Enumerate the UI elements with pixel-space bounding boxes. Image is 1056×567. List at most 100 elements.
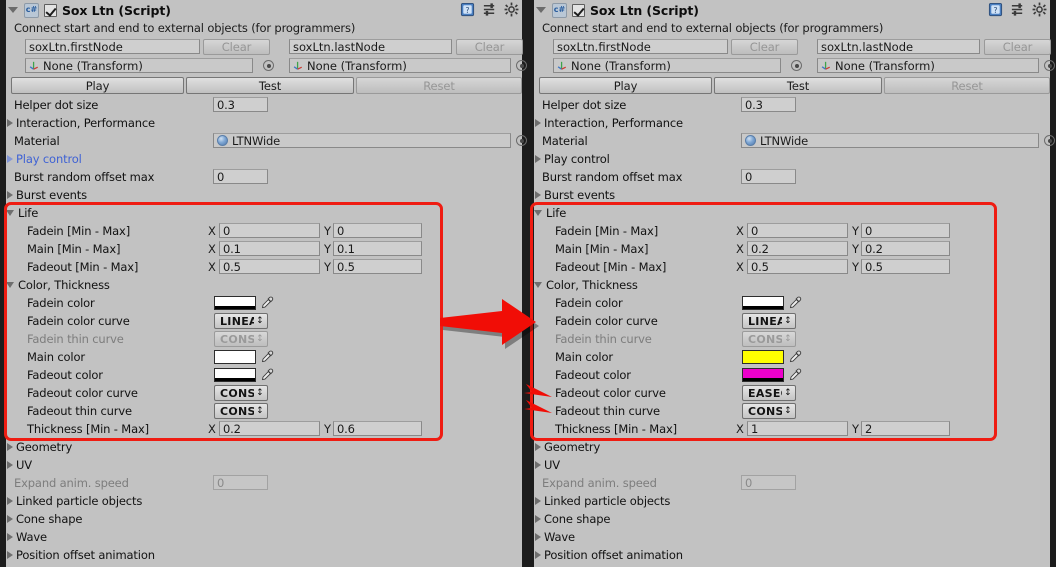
burst-events-foldout[interactable]: Burst events	[528, 186, 1056, 204]
gear-icon[interactable]	[1032, 2, 1047, 17]
chevron-right-icon	[7, 461, 13, 469]
life-fadeout-y-field[interactable]: 0.5	[861, 259, 950, 274]
test-button[interactable]: Test	[714, 77, 882, 94]
play-button[interactable]: Play	[11, 77, 184, 94]
linked-particle-objects-foldout[interactable]: Linked particle objects	[0, 492, 528, 510]
eyedropper-icon[interactable]	[788, 368, 802, 382]
helper-dot-size-field[interactable]: 0.3	[741, 97, 796, 112]
life-fadeout-x-field[interactable]: 0.5	[747, 259, 848, 274]
first-node-clear-button[interactable]: Clear	[203, 39, 270, 55]
reset-button[interactable]: Reset	[356, 77, 522, 94]
wave-foldout[interactable]: Wave	[528, 528, 1056, 546]
eyedropper-icon[interactable]	[788, 296, 802, 310]
last-node-clear-button[interactable]: Clear	[984, 39, 1051, 55]
first-node-object-field[interactable]: None (Transform)	[553, 58, 781, 73]
burst-random-offset-field[interactable]: 0	[741, 169, 796, 184]
geometry-foldout[interactable]: Geometry	[0, 438, 528, 456]
first-node-object-field[interactable]: None (Transform)	[25, 58, 253, 73]
last-node-object-picker[interactable]	[1044, 60, 1055, 71]
cone-shape-foldout[interactable]: Cone shape	[528, 510, 1056, 528]
first-node-field[interactable]: soxLtn.firstNode	[553, 39, 728, 54]
burst-events-foldout[interactable]: Burst events	[0, 186, 528, 204]
material-object-picker[interactable]	[1044, 135, 1055, 146]
test-button[interactable]: Test	[186, 77, 354, 94]
help-icon[interactable]: ?	[460, 2, 475, 17]
thickness-y-field[interactable]: 0.6	[333, 421, 422, 436]
component-header[interactable]: c# Sox Ltn (Script) ?	[0, 0, 528, 20]
first-node-object-picker[interactable]	[791, 60, 802, 71]
last-node-object-field[interactable]: None (Transform)	[817, 58, 1039, 73]
component-enabled-checkbox[interactable]	[572, 3, 585, 17]
thickness-x-field[interactable]: 1	[747, 421, 848, 436]
uv-foldout[interactable]: UV	[528, 456, 1056, 474]
main-color-swatch[interactable]	[214, 350, 256, 364]
eyedropper-icon[interactable]	[260, 350, 274, 364]
reset-button[interactable]: Reset	[884, 77, 1050, 94]
life-main-x-field[interactable]: 0.1	[219, 241, 320, 256]
last-node-object-picker[interactable]	[516, 60, 527, 71]
fadein-color-swatch[interactable]	[214, 296, 256, 310]
uv-foldout[interactable]: UV	[0, 456, 528, 474]
fadein-color-swatch[interactable]	[742, 296, 784, 310]
position-offset-animation-foldout[interactable]: Position offset animation	[528, 546, 1056, 564]
life-fadein-x-field[interactable]: 0	[747, 223, 848, 238]
helper-dot-size-field[interactable]: 0.3	[213, 97, 268, 112]
eyedropper-icon[interactable]	[260, 368, 274, 382]
interaction-performance-foldout[interactable]: Interaction, Performance	[0, 114, 528, 132]
gear-icon[interactable]	[504, 2, 519, 17]
burst-random-offset-field[interactable]: 0	[213, 169, 268, 184]
last-node-field[interactable]: soxLtn.lastNode	[817, 39, 980, 54]
life-fadein-y-field[interactable]: 0	[333, 223, 422, 238]
eyedropper-icon[interactable]	[788, 350, 802, 364]
last-node-field[interactable]: soxLtn.lastNode	[289, 39, 452, 54]
play-control-foldout[interactable]: Play control	[528, 150, 1056, 168]
preset-icon[interactable]	[482, 2, 497, 17]
cone-shape-foldout[interactable]: Cone shape	[0, 510, 528, 528]
component-foldout-icon[interactable]	[8, 7, 18, 13]
material-object-picker[interactable]	[516, 135, 527, 146]
fadeout-color-curve-dropdown[interactable]: CONST ↕	[214, 385, 268, 401]
fadeout-color-swatch[interactable]	[742, 368, 784, 382]
first-node-field[interactable]: soxLtn.firstNode	[25, 39, 200, 54]
life-fadeout-x-field[interactable]: 0.5	[219, 259, 320, 274]
help-icon[interactable]: ?	[988, 2, 1003, 17]
material-object-field[interactable]: LTNWide	[213, 133, 511, 148]
life-fadein-x-field[interactable]: 0	[219, 223, 320, 238]
linked-particle-objects-foldout[interactable]: Linked particle objects	[528, 492, 1056, 510]
thickness-x-field[interactable]: 0.2	[219, 421, 320, 436]
component-foldout-icon[interactable]	[536, 7, 546, 13]
color-thickness-foldout[interactable]: Color, Thickness	[528, 276, 1056, 294]
fadeout-color-curve-row: Fadeout color curve CONST ↕	[0, 384, 528, 402]
main-color-swatch[interactable]	[742, 350, 784, 364]
fadeout-thin-curve-dropdown[interactable]: CONST ↕	[742, 403, 796, 419]
fadeout-color-swatch[interactable]	[214, 368, 256, 382]
last-node-clear-button[interactable]: Clear	[456, 39, 523, 55]
life-fadeout-y-field[interactable]: 0.5	[333, 259, 422, 274]
fadein-color-curve-dropdown[interactable]: LINEAR ↕	[214, 313, 268, 329]
life-main-y-field[interactable]: 0.2	[861, 241, 950, 256]
wave-foldout[interactable]: Wave	[0, 528, 528, 546]
play-control-foldout[interactable]: Play control	[0, 150, 528, 168]
first-node-clear-button[interactable]: Clear	[731, 39, 798, 55]
component-header[interactable]: c# Sox Ltn (Script) ?	[528, 0, 1056, 20]
thickness-y-field[interactable]: 2	[861, 421, 950, 436]
fadein-color-curve-dropdown[interactable]: LINEAR ↕	[742, 313, 796, 329]
first-node-object-picker[interactable]	[263, 60, 274, 71]
eyedropper-icon[interactable]	[260, 296, 274, 310]
life-main-y-field[interactable]: 0.1	[333, 241, 422, 256]
fadeout-thin-curve-dropdown[interactable]: CONST ↕	[214, 403, 268, 419]
preset-icon[interactable]	[1010, 2, 1025, 17]
interaction-performance-foldout[interactable]: Interaction, Performance	[528, 114, 1056, 132]
life-main-x-field[interactable]: 0.2	[747, 241, 848, 256]
life-fadein-y-field[interactable]: 0	[861, 223, 950, 238]
fadeout-color-curve-dropdown[interactable]: EASEO ↕	[742, 385, 796, 401]
play-button[interactable]: Play	[539, 77, 712, 94]
component-enabled-checkbox[interactable]	[44, 3, 57, 17]
life-foldout[interactable]: Life	[528, 204, 1056, 222]
position-offset-animation-foldout[interactable]: Position offset animation	[0, 546, 528, 564]
color-thickness-foldout[interactable]: Color, Thickness	[0, 276, 528, 294]
last-node-object-field[interactable]: None (Transform)	[289, 58, 511, 73]
material-object-field[interactable]: LTNWide	[741, 133, 1039, 148]
life-foldout[interactable]: Life	[0, 204, 528, 222]
geometry-foldout[interactable]: Geometry	[528, 438, 1056, 456]
